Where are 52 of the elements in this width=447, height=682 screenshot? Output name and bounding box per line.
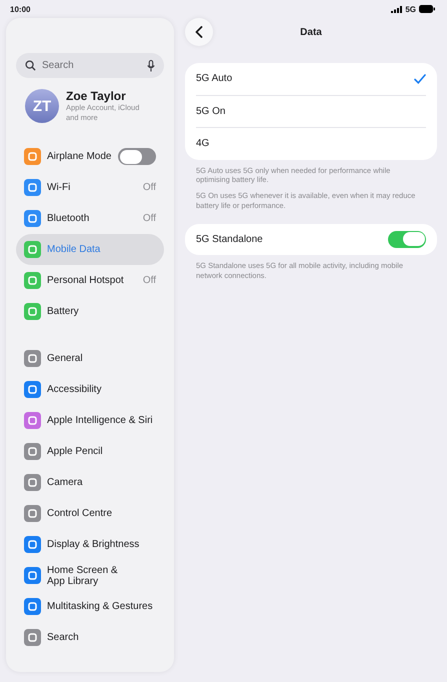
microphone-icon[interactable] <box>147 60 155 72</box>
search-field[interactable]: Search <box>42 60 141 71</box>
airplane-toggle[interactable] <box>118 148 156 165</box>
settings-item[interactable]: Apple Pencil <box>16 436 164 467</box>
setting-icon <box>24 179 41 196</box>
option-row[interactable]: 5G Auto <box>196 63 426 96</box>
settings-item[interactable]: General <box>16 343 164 374</box>
setting-icon <box>24 272 41 289</box>
settings-item[interactable]: Display & Brightness <box>16 529 164 560</box>
setting-icon <box>24 567 41 584</box>
setting-icon <box>24 350 41 367</box>
setting-icon <box>24 598 41 615</box>
network-label: 5G <box>405 4 416 14</box>
setting-icon <box>24 443 41 460</box>
settings-item[interactable]: Search <box>16 622 164 653</box>
search-icon <box>25 60 36 71</box>
option-row[interactable]: 4G <box>196 128 426 160</box>
setting-value: Off <box>142 275 156 286</box>
status-time: 10:00 <box>10 4 30 14</box>
battery-icon <box>419 5 435 13</box>
search-bar[interactable]: Search <box>16 53 164 78</box>
settings-item[interactable]: Personal Hotspot Off <box>16 265 164 296</box>
setting-icon <box>24 474 41 491</box>
settings-item[interactable]: Battery <box>16 296 164 327</box>
chevron-left-icon <box>195 26 203 38</box>
back-button[interactable] <box>185 18 213 46</box>
settings-item[interactable]: Control Centre <box>16 498 164 529</box>
settings-item[interactable]: Wi-Fi Off <box>16 172 164 203</box>
setting-icon <box>24 629 41 646</box>
setting-icon <box>24 536 41 553</box>
standalone-toggle[interactable] <box>388 230 426 248</box>
setting-icon <box>24 505 41 522</box>
settings-item[interactable]: Home Screen & App Library <box>16 560 164 591</box>
standalone-label: 5G Standalone <box>196 234 263 245</box>
setting-icon <box>24 381 41 398</box>
page-title: Data <box>300 26 322 38</box>
settings-item[interactable]: Apple Intelligence & Siri <box>16 405 164 436</box>
settings-item[interactable]: Camera <box>16 467 164 498</box>
settings-item[interactable]: Bluetooth Off <box>16 203 164 234</box>
setting-icon <box>24 148 41 165</box>
setting-icon <box>24 241 41 258</box>
setting-value: Off <box>142 182 156 193</box>
signal-icon <box>391 6 402 12</box>
setting-icon <box>24 210 41 227</box>
profile-name[interactable]: Zoe Taylor <box>66 89 151 104</box>
settings-item[interactable]: Multitasking & Gestures <box>16 591 164 622</box>
settings-item[interactable]: Accessibility <box>16 374 164 405</box>
setting-value: Off <box>142 213 156 224</box>
setting-icon <box>24 412 41 429</box>
setting-icon <box>24 303 41 320</box>
settings-item[interactable]: Airplane Mode <box>16 141 164 172</box>
option-row[interactable]: 5G On <box>196 96 426 128</box>
